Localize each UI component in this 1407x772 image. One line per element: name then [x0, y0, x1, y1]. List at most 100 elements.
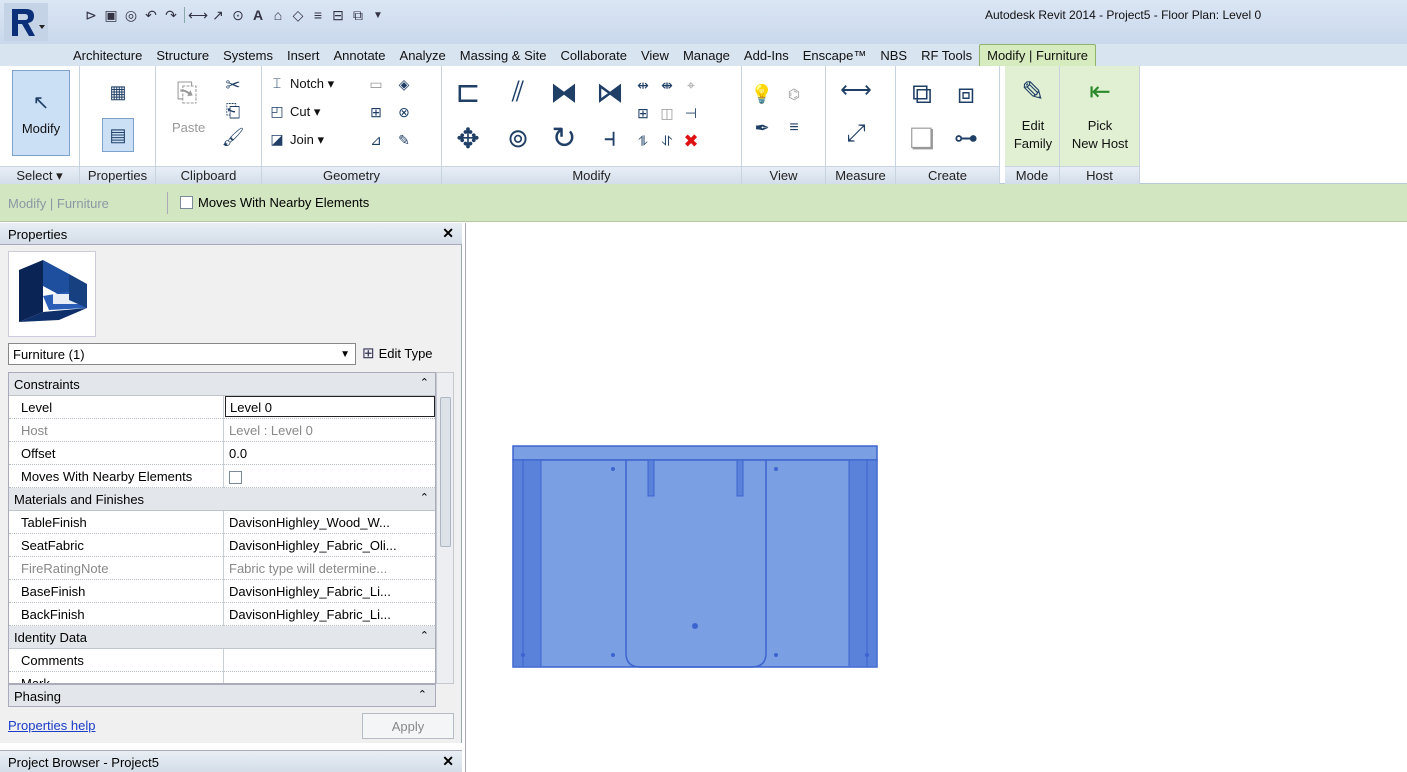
group-phasing[interactable]: Phasing ⌃ — [8, 684, 436, 707]
tab-annotate[interactable]: Annotate — [326, 44, 392, 66]
dimension-icon[interactable]: ↗ — [209, 6, 227, 24]
match-properties-icon[interactable]: 🖌 — [222, 126, 245, 148]
tab-modify-furniture[interactable]: Modify | Furniture — [979, 44, 1097, 66]
prop-row-backfinish[interactable]: BackFinish DavisonHighley_Fabric_Li... — [9, 603, 435, 626]
wall-joins-icon[interactable]: ▭ — [366, 74, 386, 94]
edit-family-label-2[interactable]: Family — [1009, 136, 1057, 151]
type-properties-icon[interactable]: ▦ — [102, 76, 134, 108]
create-parts-icon[interactable]: ⧈ — [946, 74, 986, 114]
tab-rf-tools[interactable]: RF Tools — [914, 44, 979, 66]
pick-icon[interactable]: ✎ — [394, 130, 414, 150]
trim-extend-icon[interactable]: ⫞ — [592, 120, 628, 156]
prop-row-seatfabric[interactable]: SeatFabric DavisonHighley_Fabric_Oli... — [9, 534, 435, 557]
tag-icon[interactable]: ⊙ — [229, 6, 247, 24]
3d-view-icon[interactable]: ⌂ — [269, 6, 287, 24]
group-identity[interactable]: Identity Data ⌃ — [9, 626, 435, 649]
paste-icon[interactable]: ⎘ — [170, 76, 204, 110]
moves-checkbox[interactable] — [229, 471, 242, 485]
move-icon[interactable]: ✥ — [450, 120, 486, 156]
prop-row-basefinish[interactable]: BaseFinish DavisonHighley_Fabric_Li... — [9, 580, 435, 603]
tab-nbs[interactable]: NBS — [873, 44, 914, 66]
copy-element-icon[interactable]: ⊚ — [500, 120, 536, 156]
override-graphics-icon[interactable]: ⌬ — [782, 82, 806, 106]
close-icon[interactable]: ✕ — [442, 225, 454, 242]
select-dropdown[interactable]: Select ▾ — [0, 166, 79, 184]
create-similar-icon[interactable]: ⊶ — [946, 120, 986, 156]
tab-collaborate[interactable]: Collaborate — [553, 44, 634, 66]
tab-analyze[interactable]: Analyze — [393, 44, 453, 66]
open-icon[interactable]: ⊳ — [82, 6, 100, 24]
tab-systems[interactable]: Systems — [216, 44, 280, 66]
mirror-axis-icon[interactable]: ⧓ — [546, 74, 582, 110]
checkbox-box[interactable] — [180, 196, 193, 209]
measure-between-icon[interactable]: ⟷ — [836, 76, 876, 104]
properties-help-link[interactable]: Properties help — [8, 718, 95, 733]
prop-row-level[interactable]: Level Level 0 — [9, 396, 435, 419]
properties-toggle-icon[interactable]: ▤ — [102, 118, 134, 152]
pick-host-label-1[interactable]: Pick — [1070, 118, 1130, 133]
copy-icon[interactable]: ⎗ — [222, 100, 244, 122]
properties-scrollbar[interactable] — [436, 372, 454, 684]
thin-lines-icon[interactable]: ≡ — [309, 6, 327, 24]
prop-row-moves[interactable]: Moves With Nearby Elements — [9, 465, 435, 488]
tab-enscape[interactable]: Enscape™ — [796, 44, 874, 66]
modify-button[interactable]: ↖ Modify — [12, 70, 70, 156]
tab-insert[interactable]: Insert — [280, 44, 327, 66]
type-selector[interactable]: Furniture (1) ▼ — [8, 343, 356, 365]
split-face-icon[interactable]: ◈ — [394, 74, 414, 94]
join-button[interactable]: Join ▾ — [290, 132, 324, 148]
scrollbar-thumb[interactable] — [440, 397, 451, 547]
hide-in-view-icon[interactable]: 💡 — [750, 82, 774, 106]
group-constraints[interactable]: Constraints ⌃ — [9, 373, 435, 396]
revit-app-menu-icon[interactable] — [4, 3, 48, 41]
selected-furniture[interactable] — [512, 445, 878, 668]
text-icon[interactable]: A — [249, 6, 267, 24]
unpin-icon[interactable]: ⌖ — [680, 74, 702, 96]
paint-icon[interactable]: ⊞ — [366, 102, 386, 122]
redo-icon[interactable]: ↷ — [162, 6, 180, 24]
section-icon[interactable]: ◇ — [289, 6, 307, 24]
create-group-icon[interactable]: ❏ — [902, 120, 942, 156]
group-materials[interactable]: Materials and Finishes ⌃ — [9, 488, 435, 511]
demolish-icon[interactable]: ⊗ — [394, 102, 414, 122]
close-hidden-icon[interactable]: ⊟ — [329, 6, 347, 24]
level-value[interactable]: Level 0 — [225, 396, 435, 417]
trim-multiple-icon[interactable]: ⥯ — [656, 130, 678, 152]
delete-icon[interactable]: ✖ — [680, 130, 702, 152]
rotate-icon[interactable]: ↻ — [546, 120, 582, 156]
edit-type-button[interactable]: ⊞ Edit Type — [362, 344, 433, 362]
cut-icon[interactable]: ✂ — [222, 74, 244, 96]
offset-icon[interactable]: ⫽ — [500, 74, 536, 110]
split-element-icon[interactable]: ⇹ — [632, 74, 654, 96]
prop-row-offset[interactable]: Offset 0.0 — [9, 442, 435, 465]
apply-button[interactable]: Apply — [362, 713, 454, 739]
tab-view[interactable]: View — [634, 44, 676, 66]
undo-icon[interactable]: ↶ — [142, 6, 160, 24]
prop-row-mark[interactable]: Mark — [9, 672, 435, 683]
measure-icon[interactable]: ⟷ — [188, 6, 208, 24]
tab-add-ins[interactable]: Add-Ins — [737, 44, 796, 66]
align-tool-icon[interactable]: ⊏ — [450, 74, 486, 110]
aligned-dimension-icon[interactable]: ⤢ — [836, 116, 876, 152]
split-gap-icon[interactable]: ⇼ — [656, 74, 678, 96]
pick-new-host-icon[interactable]: ⇤ — [1080, 72, 1120, 110]
drawing-canvas[interactable] — [465, 223, 1407, 772]
prop-row-tablefinish[interactable]: TableFinish DavisonHighley_Wood_W... — [9, 511, 435, 534]
prop-row-comments[interactable]: Comments — [9, 649, 435, 672]
switch-windows-icon[interactable]: ⧉ — [349, 6, 367, 24]
notch-button[interactable]: Notch ▾ — [290, 76, 334, 92]
align-icon[interactable]: ⊿ — [366, 130, 386, 150]
mirror-draw-icon[interactable]: ⧒ — [592, 74, 628, 110]
save-icon[interactable]: ▣ — [102, 6, 120, 24]
sync-icon[interactable]: ◎ — [122, 6, 140, 24]
tab-massing-site[interactable]: Massing & Site — [453, 44, 554, 66]
scale-icon[interactable]: ◫ — [656, 102, 678, 124]
create-assembly-icon[interactable]: ⧉ — [902, 74, 942, 114]
customize-qat-icon[interactable]: ▼ — [369, 6, 387, 24]
tab-architecture[interactable]: Architecture — [66, 44, 149, 66]
pick-host-label-2[interactable]: New Host — [1062, 136, 1138, 151]
cut-geometry-button[interactable]: Cut ▾ — [290, 104, 320, 120]
edit-family-icon[interactable]: ✎ — [1015, 72, 1051, 110]
edit-family-label-1[interactable]: Edit — [1013, 118, 1053, 133]
close-icon[interactable]: ✕ — [442, 753, 454, 770]
